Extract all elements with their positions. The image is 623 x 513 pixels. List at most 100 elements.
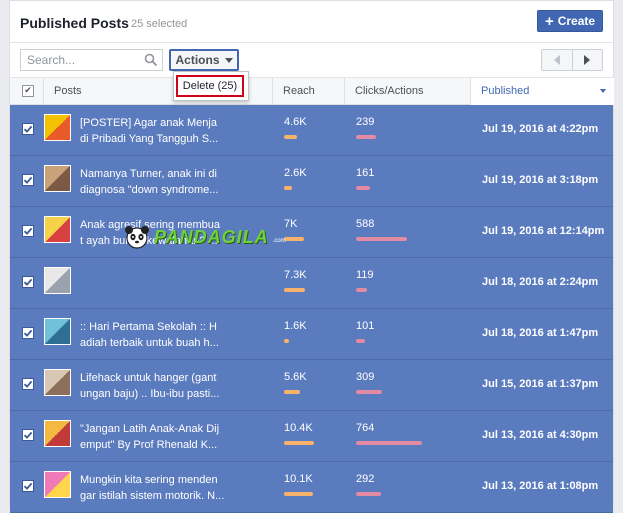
published-date: Jul 18, 2016 at 1:47pm — [482, 327, 599, 339]
clicks-bar — [356, 441, 422, 445]
clicks-value: 119 — [356, 269, 374, 281]
published-date: Jul 19, 2016 at 3:18pm — [482, 174, 599, 186]
post-thumbnail[interactable] — [44, 165, 71, 192]
chevron-left-icon — [553, 55, 560, 65]
reach-value: 5.6K — [284, 371, 307, 383]
reach-bar — [284, 135, 297, 139]
post-thumbnail[interactable] — [44, 216, 71, 243]
clicks-bar — [356, 339, 365, 343]
caret-down-icon — [224, 57, 233, 63]
table-row[interactable]: Lifehack untuk hanger (gant ungan baju) … — [10, 360, 613, 411]
row-checkbox[interactable] — [22, 327, 34, 339]
post-text[interactable]: Lifehack untuk hanger (gant ungan baju) … — [80, 370, 230, 404]
clicks-bar — [356, 237, 407, 241]
prev-page-button[interactable] — [542, 50, 573, 70]
search-input[interactable] — [21, 50, 139, 70]
clicks-value: 764 — [356, 422, 375, 434]
clicks-value: 309 — [356, 371, 375, 383]
post-text[interactable] — [80, 268, 230, 302]
table-header: ✔ Posts Reach Clicks/Actions Published — [10, 77, 614, 105]
row-checkbox[interactable] — [22, 378, 34, 390]
toolbar: Actions — [10, 43, 613, 77]
actions-dropdown: Delete (25) — [173, 71, 249, 101]
post-text[interactable]: :: Hari Pertama Sekolah :: H adiah terba… — [80, 319, 230, 353]
panel-header: Published Posts 25 selected + Create — [10, 1, 613, 43]
clicks-value: 292 — [356, 473, 375, 485]
reach-value: 7.3K — [284, 269, 307, 281]
clicks-bar — [356, 288, 367, 292]
reach-bar — [284, 441, 314, 445]
check-icon — [23, 278, 33, 286]
table-row[interactable]: "Jangan Latih Anak-Anak Dij emput" By Pr… — [10, 411, 613, 462]
selected-count: 25 selected — [131, 18, 188, 30]
check-icon — [23, 431, 33, 439]
reach-value: 10.4K — [284, 422, 313, 434]
reach-value: 4.6K — [284, 116, 307, 128]
published-date: Jul 19, 2016 at 12:14pm — [482, 225, 605, 237]
column-reach[interactable]: Reach — [272, 78, 344, 105]
page-title: Published Posts — [20, 15, 129, 31]
reach-bar — [284, 288, 305, 292]
row-checkbox[interactable] — [22, 123, 34, 135]
reach-value: 10.1K — [284, 473, 313, 485]
search-box — [20, 49, 163, 71]
reach-bar — [284, 339, 289, 343]
actions-label: Actions — [175, 53, 220, 67]
post-text[interactable]: [POSTER] Agar anak Menja di Pribadi Yang… — [80, 115, 230, 149]
table-row[interactable]: :: Hari Pertama Sekolah :: H adiah terba… — [10, 309, 613, 360]
table-row[interactable]: Mungkin kita sering menden gar istilah s… — [10, 462, 613, 513]
create-button[interactable]: + Create — [537, 10, 603, 32]
clicks-value: 588 — [356, 218, 375, 230]
search-icon[interactable] — [144, 53, 158, 67]
table-row[interactable]: Namanya Turner, anak ini di diagnosa "do… — [10, 156, 613, 207]
published-date: Jul 18, 2016 at 2:24pm — [482, 276, 599, 288]
check-icon — [23, 329, 33, 337]
reach-bar — [284, 186, 292, 190]
post-text[interactable]: Mungkin kita sering menden gar istilah s… — [80, 472, 230, 506]
published-posts-panel: Published Posts 25 selected + Create Act… — [9, 0, 614, 513]
row-checkbox[interactable] — [22, 174, 34, 186]
reach-bar — [284, 237, 304, 241]
post-thumbnail[interactable] — [44, 267, 71, 294]
chevron-right-icon — [584, 55, 591, 65]
next-page-button[interactable] — [573, 50, 603, 70]
check-icon — [23, 227, 33, 235]
post-text[interactable]: "Jangan Latih Anak-Anak Dij emput" By Pr… — [80, 421, 230, 455]
reach-value: 1.6K — [284, 320, 307, 332]
plus-icon: + — [544, 12, 554, 30]
watermark-suffix: .com — [272, 238, 286, 244]
published-date: Jul 13, 2016 at 1:08pm — [482, 480, 599, 492]
column-clicks-actions[interactable]: Clicks/Actions — [344, 78, 470, 105]
table-row[interactable]: 7.3K 119 Jul 18, 2016 at 2:24pm — [10, 258, 613, 309]
clicks-bar — [356, 186, 370, 190]
reach-value: 7K — [284, 218, 298, 230]
check-icon — [23, 176, 33, 184]
post-thumbnail[interactable] — [44, 471, 71, 498]
published-date: Jul 15, 2016 at 1:37pm — [482, 378, 599, 390]
check-icon — [23, 125, 33, 133]
select-all-checkbox[interactable]: ✔ — [22, 85, 34, 97]
column-published-label: Published — [481, 85, 530, 97]
watermark-text: PANDAGILA — [154, 226, 269, 247]
table-row[interactable]: Anak agresif sering membua t ayah bunda … — [10, 207, 613, 258]
post-thumbnail[interactable] — [44, 369, 71, 396]
row-checkbox[interactable] — [22, 429, 34, 441]
post-thumbnail[interactable] — [44, 114, 71, 141]
actions-button[interactable]: Actions — [169, 49, 239, 71]
delete-menu-item[interactable]: Delete (25) — [176, 75, 244, 97]
create-label: Create — [557, 14, 596, 28]
post-thumbnail[interactable] — [44, 420, 71, 447]
clicks-value: 161 — [356, 167, 375, 179]
table-body: [POSTER] Agar anak Menja di Pribadi Yang… — [10, 105, 613, 513]
table-row[interactable]: [POSTER] Agar anak Menja di Pribadi Yang… — [10, 105, 613, 156]
clicks-value: 101 — [356, 320, 375, 332]
row-checkbox[interactable] — [22, 225, 34, 237]
row-checkbox[interactable] — [22, 276, 34, 288]
post-thumbnail[interactable] — [44, 318, 71, 345]
reach-bar — [284, 390, 300, 394]
post-text[interactable]: Namanya Turner, anak ini di diagnosa "do… — [80, 166, 230, 200]
column-published[interactable]: Published — [470, 78, 614, 105]
watermark: PANDAGILA .com — [124, 225, 286, 249]
row-checkbox[interactable] — [22, 480, 34, 492]
panda-logo-icon — [125, 226, 149, 249]
